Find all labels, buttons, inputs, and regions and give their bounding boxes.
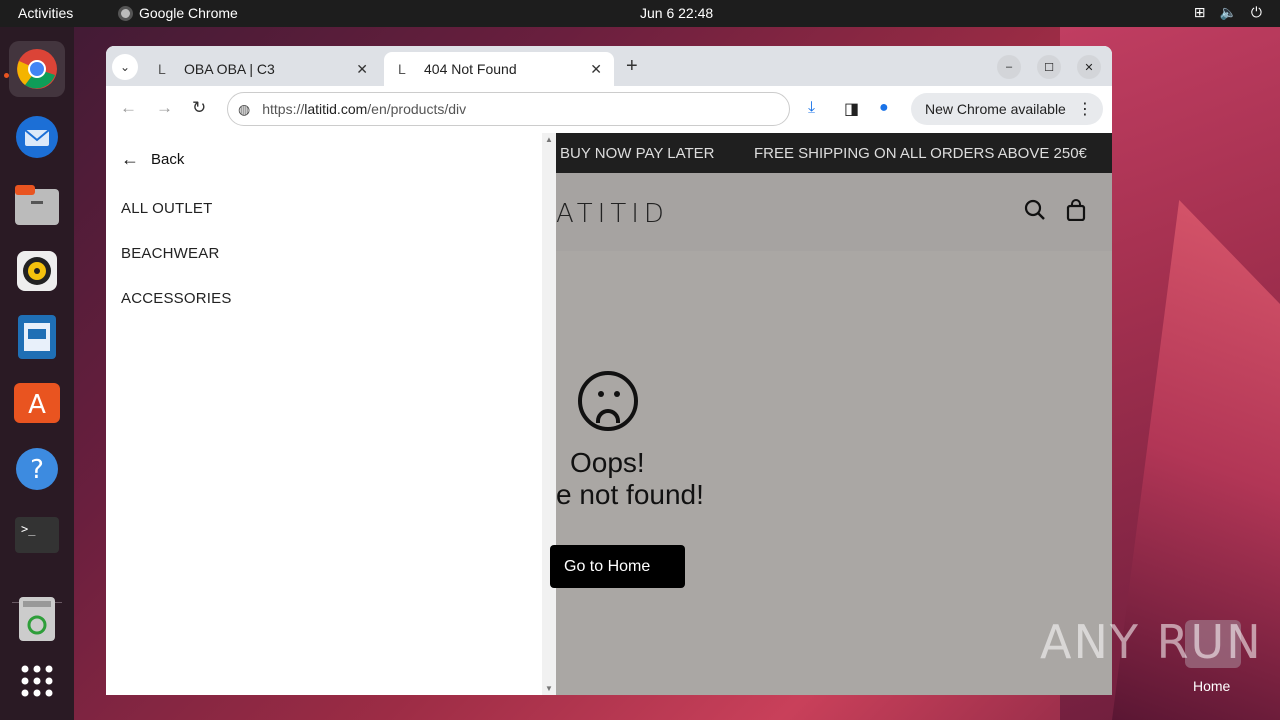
chrome-window: ⌄ L OBA OBA | C3 ✕ L 404 Not Found ✕ + –… (106, 46, 1112, 695)
trash-icon (19, 597, 55, 641)
promo-text: FREE SHIPPING ON ALL ORDERS ABOVE 250€ (754, 145, 1087, 162)
clock[interactable]: Jun 6 22:48 (640, 5, 713, 21)
download-icon[interactable]: ⤓ (808, 99, 815, 117)
not-found-section: Oops! e not found! Go to Home (550, 251, 1112, 695)
chrome-icon (17, 49, 57, 89)
new-tab-button[interactable]: + (626, 55, 638, 78)
rhythmbox-icon (17, 251, 57, 291)
minimize-button[interactable]: – (997, 55, 1021, 79)
system-top-bar: Activities Google Chrome Jun 6 22:48 ⊞ 🔈… (0, 0, 1280, 27)
dock-trash[interactable] (9, 591, 65, 647)
dock-app-grid[interactable] (9, 653, 65, 709)
oops-heading: Oops! (570, 447, 645, 478)
search-icon[interactable] (1024, 199, 1046, 227)
close-icon[interactable]: ✕ (356, 61, 368, 78)
svg-text:?: ? (30, 455, 44, 485)
dock-help[interactable]: ? (9, 441, 65, 497)
maximize-button[interactable]: ☐ (1037, 55, 1061, 79)
anyrun-watermark: ANY RUN (1040, 615, 1263, 669)
site-logo[interactable]: ATITID (556, 199, 669, 229)
terminal-icon: >_ (15, 517, 59, 553)
promo-text: BUY NOW PAY LATER (560, 145, 715, 162)
volume-icon: 🔈 (1219, 4, 1237, 20)
arrow-left-icon: ← (121, 149, 139, 169)
back-label: Back (151, 151, 185, 168)
reload-icon[interactable]: ↻ (192, 98, 206, 118)
scroll-up-icon[interactable]: ▲ (545, 135, 553, 144)
update-chrome-button[interactable]: New Chrome available ⋮ (911, 93, 1103, 125)
close-window-button[interactable]: ✕ (1077, 55, 1101, 79)
drawer-item-accessories[interactable]: ACCESSORIES (121, 290, 232, 307)
svg-text:>_: >_ (21, 522, 36, 536)
app-name: Google Chrome (139, 5, 238, 21)
back-arrow-icon[interactable]: ← (120, 98, 137, 118)
shopping-bag-icon[interactable] (1066, 199, 1086, 227)
help-icon: ? (16, 448, 58, 490)
dock-writer[interactable] (9, 309, 65, 365)
thunderbird-icon (16, 116, 58, 158)
forward-arrow-icon[interactable]: → (156, 98, 173, 118)
tab-oba-oba[interactable]: L OBA OBA | C3 ✕ (144, 52, 380, 86)
dock-thunderbird[interactable] (9, 109, 65, 165)
close-icon[interactable]: ✕ (590, 61, 602, 78)
profile-icon[interactable]: ● (879, 99, 889, 117)
scroll-down-icon[interactable]: ▼ (545, 684, 553, 693)
side-panel-icon[interactable]: ◨ (844, 99, 859, 119)
favicon-icon: L (158, 61, 166, 77)
dock-chrome[interactable] (9, 41, 65, 97)
tab-title: 404 Not Found (424, 61, 517, 77)
browser-toolbar: ← → ↻ ◍ https://latitid.com/en/products/… (106, 86, 1112, 132)
tab-search-button[interactable]: ⌄ (112, 54, 138, 80)
nav-drawer: ← Back ALL OUTLET BEACHWEAR ACCESSORIES (106, 133, 542, 695)
home-folder-label[interactable]: Home (1193, 678, 1230, 694)
sad-face-icon (578, 371, 638, 431)
tab-strip: ⌄ L OBA OBA | C3 ✕ L 404 Not Found ✕ + –… (106, 46, 1112, 86)
chevron-down-icon: ⌄ (119, 60, 131, 74)
power-icon: ⏻ (1250, 4, 1262, 20)
dock-rhythmbox[interactable] (9, 243, 65, 299)
files-icon (15, 185, 59, 225)
dock: A ? >_ (0, 27, 74, 720)
address-bar[interactable]: ◍ https://latitid.com/en/products/div (227, 92, 790, 126)
promo-banner: BUY NOW PAY LATER FREE SHIPPING ON ALL O… (556, 133, 1112, 173)
site-info-icon[interactable]: ◍ (238, 101, 250, 118)
url-host: latitid.com (304, 101, 368, 117)
app-center-icon: A (14, 383, 60, 423)
tab-404-not-found[interactable]: L 404 Not Found ✕ (384, 52, 614, 86)
tab-title: OBA OBA | C3 (184, 61, 275, 77)
dock-files[interactable] (9, 177, 65, 233)
chrome-app-icon (118, 5, 133, 21)
activities-button[interactable]: Activities (18, 5, 73, 21)
drawer-item-all-outlet[interactable]: ALL OUTLET (121, 200, 212, 217)
app-menu[interactable]: Google Chrome (118, 5, 238, 21)
url-prefix: https:// (262, 101, 305, 117)
kebab-menu-icon[interactable]: ⋮ (1077, 99, 1093, 119)
dock-terminal[interactable]: >_ (9, 507, 65, 563)
scrollbar[interactable]: ▲ ▼ (542, 133, 556, 695)
system-tray[interactable]: ⊞ 🔈 ⏻ (1194, 4, 1262, 21)
network-icon: ⊞ (1193, 4, 1206, 20)
app-grid-icon (21, 665, 53, 697)
url-path: /en/products/div (367, 101, 467, 117)
dock-app-center[interactable]: A (9, 375, 65, 431)
writer-icon (18, 315, 56, 359)
go-to-home-button[interactable]: Go to Home (550, 545, 685, 588)
drawer-item-beachwear[interactable]: BEACHWEAR (121, 245, 219, 262)
site-header: ATITID (556, 173, 1112, 251)
not-found-message: e not found! (556, 479, 704, 510)
drawer-back-button[interactable]: ← Back (121, 149, 184, 170)
update-label: New Chrome available (925, 101, 1066, 117)
favicon-icon: L (398, 61, 406, 77)
svg-text:A: A (28, 390, 46, 420)
page-content: ← Back ALL OUTLET BEACHWEAR ACCESSORIES … (106, 133, 1112, 695)
